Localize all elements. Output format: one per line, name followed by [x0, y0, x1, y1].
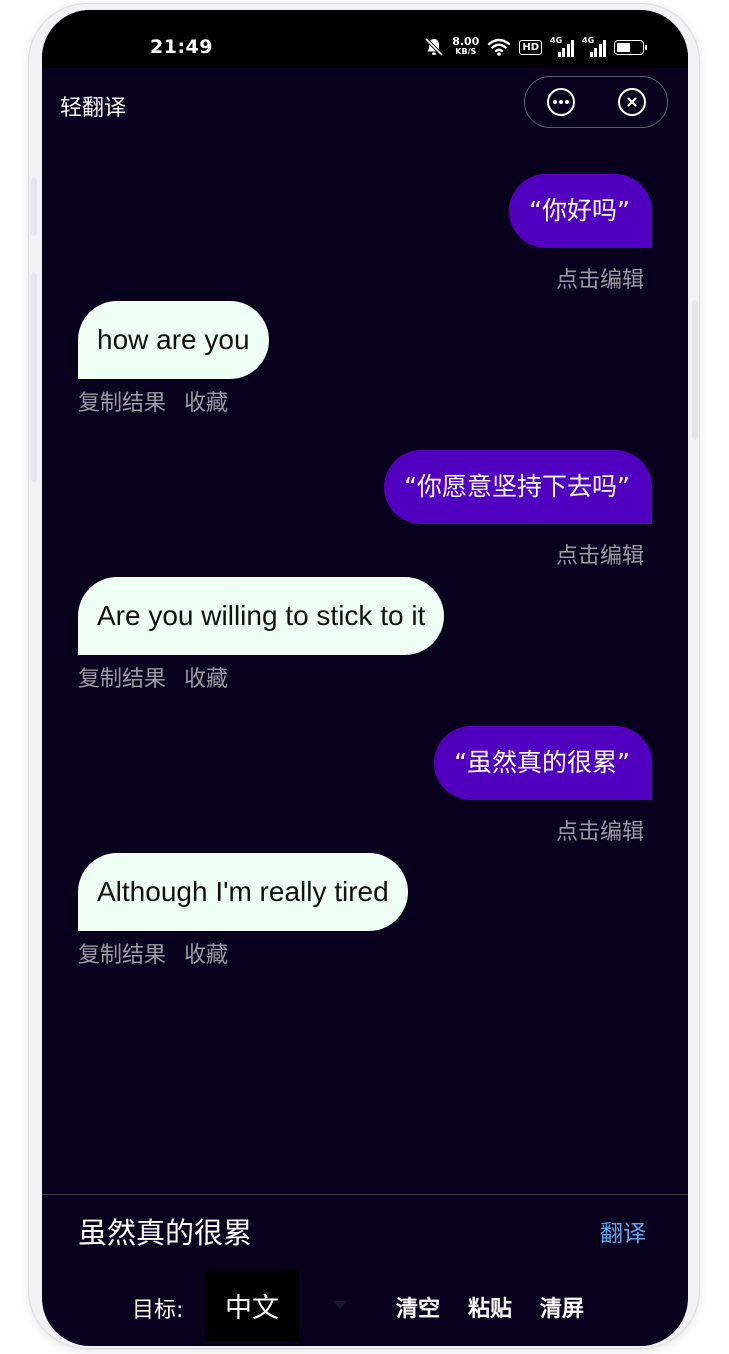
input-divider: [42, 1194, 688, 1195]
signal-icon: 4G: [550, 36, 574, 57]
favorite-button[interactable]: 收藏: [184, 385, 228, 417]
source-bubble[interactable]: “你愿意坚持下去吗”: [384, 450, 652, 524]
edit-button[interactable]: 点击编辑: [556, 262, 644, 294]
paste-button[interactable]: 粘贴: [468, 1291, 512, 1323]
favorite-button[interactable]: 收藏: [184, 661, 228, 693]
edit-button[interactable]: 点击编辑: [556, 538, 644, 570]
translation-bubble: Although I'm really tired: [78, 853, 408, 931]
net-speed-value: 8.00: [452, 35, 480, 48]
clear-screen-button[interactable]: 清屏: [540, 1291, 584, 1323]
translation-actions: 复制结果 收藏: [78, 661, 228, 693]
chevron-down-icon[interactable]: [332, 1298, 348, 1312]
target-language-select[interactable]: 中文: [205, 1269, 299, 1341]
translation-bubble: Are you willing to stick to it: [78, 577, 445, 655]
favorite-button[interactable]: 收藏: [184, 937, 228, 969]
source-bubble[interactable]: “虽然真的很累”: [434, 726, 652, 800]
target-language-value: 中文: [225, 1292, 279, 1324]
more-dots-icon: [546, 88, 575, 116]
battery-icon: [614, 39, 647, 55]
clear-button[interactable]: 清空: [396, 1291, 440, 1323]
net-speed: 8.00 KB/S: [452, 35, 480, 57]
status-time: 21:49: [150, 36, 213, 58]
wifi-icon: [488, 38, 511, 56]
close-button[interactable]: [596, 77, 667, 127]
close-circle-icon: [617, 88, 646, 116]
hd-badge: HD: [519, 39, 542, 55]
more-button[interactable]: [525, 77, 596, 127]
net-speed-unit: KB/S: [455, 47, 477, 56]
status-icons: 8.00 KB/S HD 4G 4G: [424, 34, 647, 60]
translate-button[interactable]: 翻译: [600, 1214, 646, 1248]
phone-side-button: [31, 178, 37, 236]
translation-actions: 复制结果 收藏: [78, 937, 228, 969]
copy-result-button[interactable]: 复制结果: [78, 385, 166, 417]
phone-side-button: [31, 272, 37, 482]
mute-bell-icon: [424, 37, 444, 57]
source-bubble[interactable]: “你好吗”: [509, 174, 652, 248]
target-language-label: 目标:: [132, 1298, 184, 1323]
source-text-input[interactable]: 虽然真的很累: [78, 1210, 252, 1252]
phone-side-button: [692, 300, 698, 440]
app-title: 轻翻译: [60, 96, 127, 121]
translation-bubble: how are you: [78, 301, 269, 379]
edit-button[interactable]: 点击编辑: [556, 814, 644, 846]
app-screen: 21:49 8.00 KB/S HD 4G 4G 轻翻译 “你好吗” 点击编辑 …: [42, 10, 688, 1346]
signal-icon: 4G: [582, 36, 606, 57]
mini-program-capsule: [524, 76, 668, 128]
copy-result-button[interactable]: 复制结果: [78, 661, 166, 693]
battery-fill: [617, 42, 630, 52]
copy-result-button[interactable]: 复制结果: [78, 937, 166, 969]
translation-actions: 复制结果 收藏: [78, 385, 228, 417]
status-bar: 21:49 8.00 KB/S HD 4G 4G: [42, 10, 688, 68]
